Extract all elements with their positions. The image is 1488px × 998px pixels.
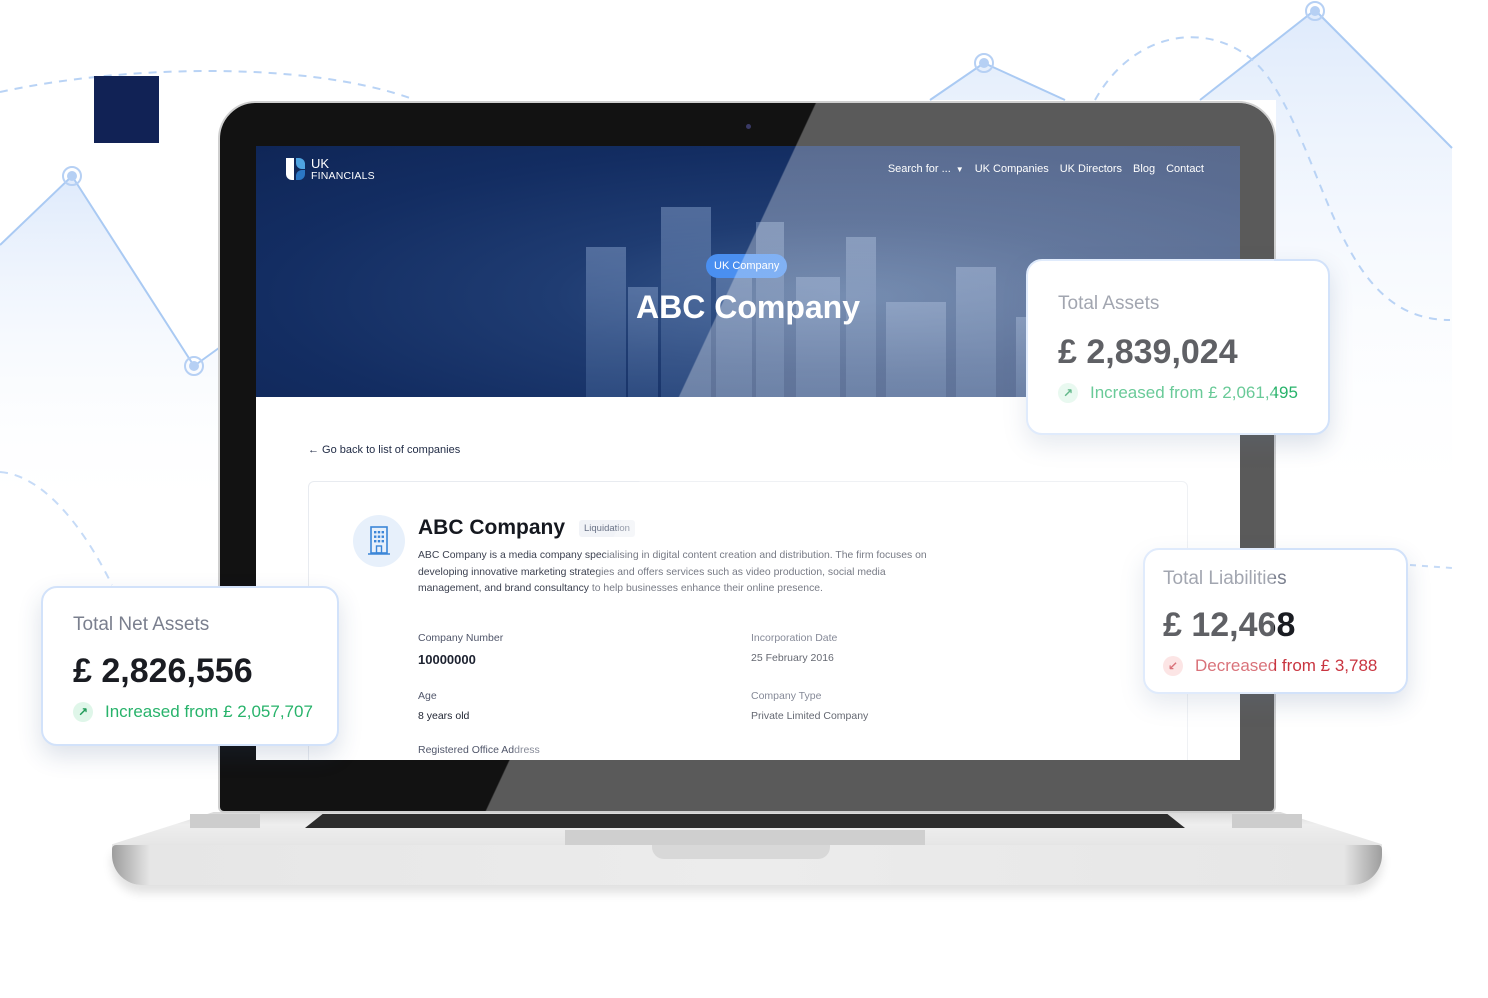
incorporation-date-label: Incorporation Date (751, 632, 838, 644)
company-type-label: Company Type (751, 690, 822, 702)
nav-links: Search for ... ▼ UK Companies UK Director… (888, 163, 1204, 175)
stat-delta: ↗ Increased from £ 2,057,707 (73, 702, 313, 722)
company-avatar (353, 515, 405, 567)
company-name: ABC Company (418, 516, 566, 539)
arrow-down-left-icon: ↙ (1163, 656, 1183, 676)
lid-notch (652, 845, 830, 859)
nav-uk-directors[interactable]: UK Directors (1060, 163, 1122, 175)
speaker-grille-right (1232, 814, 1302, 828)
company-card: ABC Company Liquidation ABC Company is a… (308, 481, 1188, 760)
trackpad (565, 830, 925, 845)
stat-delta-text: Decreased from £ 3,788 (1195, 656, 1378, 675)
status-badge: Liquidation (579, 520, 635, 537)
back-to-companies-link[interactable]: ← Go back to list of companies (308, 444, 460, 456)
logo-icon (286, 158, 305, 180)
nav-uk-companies[interactable]: UK Companies (975, 163, 1049, 175)
incorporation-date-value: 25 February 2016 (751, 652, 834, 664)
stat-delta-text: Increased from £ 2,061,495 (1090, 383, 1298, 402)
bg-dashed-top (0, 70, 411, 99)
arrow-up-right-icon: ↗ (73, 702, 93, 722)
registered-office-label: Registered Office Address (418, 744, 540, 756)
stat-value: £ 12,468 (1163, 606, 1296, 644)
company-number-label: Company Number (418, 632, 504, 644)
caret-down-icon: ▼ (955, 164, 964, 174)
company-number-value: 10000000 (418, 652, 476, 667)
company-description: ABC Company is a media company specialis… (418, 550, 927, 594)
nav-contact[interactable]: Contact (1166, 163, 1204, 175)
company-type-value: Private Limited Company (751, 710, 869, 722)
building-icon (368, 526, 390, 555)
stat-card-total-liabilities: Total Liabilities £ 12,468 ↙ Decreased f… (1143, 548, 1408, 694)
age-label: Age (418, 690, 437, 702)
stat-card-total-net-assets: Total Net Assets £ 2,826,556 ↗ Increased… (41, 586, 339, 746)
stat-delta: ↗ Increased from £ 2,061,495 (1058, 383, 1298, 403)
arrow-up-right-icon: ↗ (1058, 383, 1078, 403)
stat-value: £ 2,839,024 (1058, 333, 1238, 371)
stat-title: Total Assets (1058, 293, 1160, 314)
laptop-lid: UK FINANCIALS Search for ... ▼ UK Compani… (218, 101, 1276, 813)
logo-line-1: UK (311, 155, 330, 171)
stat-value: £ 2,826,556 (73, 652, 253, 690)
stat-delta-text: Increased from £ 2,057,707 (105, 702, 313, 721)
decorative-square (94, 76, 159, 143)
stat-title: Total Net Assets (73, 614, 210, 635)
nav-blog[interactable]: Blog (1133, 163, 1155, 175)
skyline-building (716, 257, 752, 397)
laptop-screen: UK FINANCIALS Search for ... ▼ UK Compani… (256, 146, 1240, 760)
camera-icon (746, 124, 751, 129)
stat-card-total-assets: Total Assets £ 2,839,024 ↗ Increased fro… (1026, 259, 1330, 435)
navbar: UK FINANCIALS Search for ... ▼ UK Compani… (256, 146, 1240, 192)
logo-line-2: FINANCIALS (311, 169, 375, 182)
stat-title: Total Liabilities (1163, 568, 1287, 589)
keyboard (305, 814, 1185, 828)
uk-company-badge: UK Company (706, 254, 788, 278)
speaker-grille-left (190, 814, 260, 828)
bg-dashed-right-low (1409, 564, 1453, 569)
bg-area-left (0, 176, 230, 520)
skyline-building (956, 267, 996, 397)
age-value: 8 years old (418, 710, 470, 722)
stat-delta: ↙ Decreased from £ 3,788 (1163, 656, 1377, 676)
site-logo[interactable]: UK FINANCIALS (286, 157, 375, 182)
nav-search-dropdown[interactable]: Search for ... ▼ (888, 163, 964, 175)
